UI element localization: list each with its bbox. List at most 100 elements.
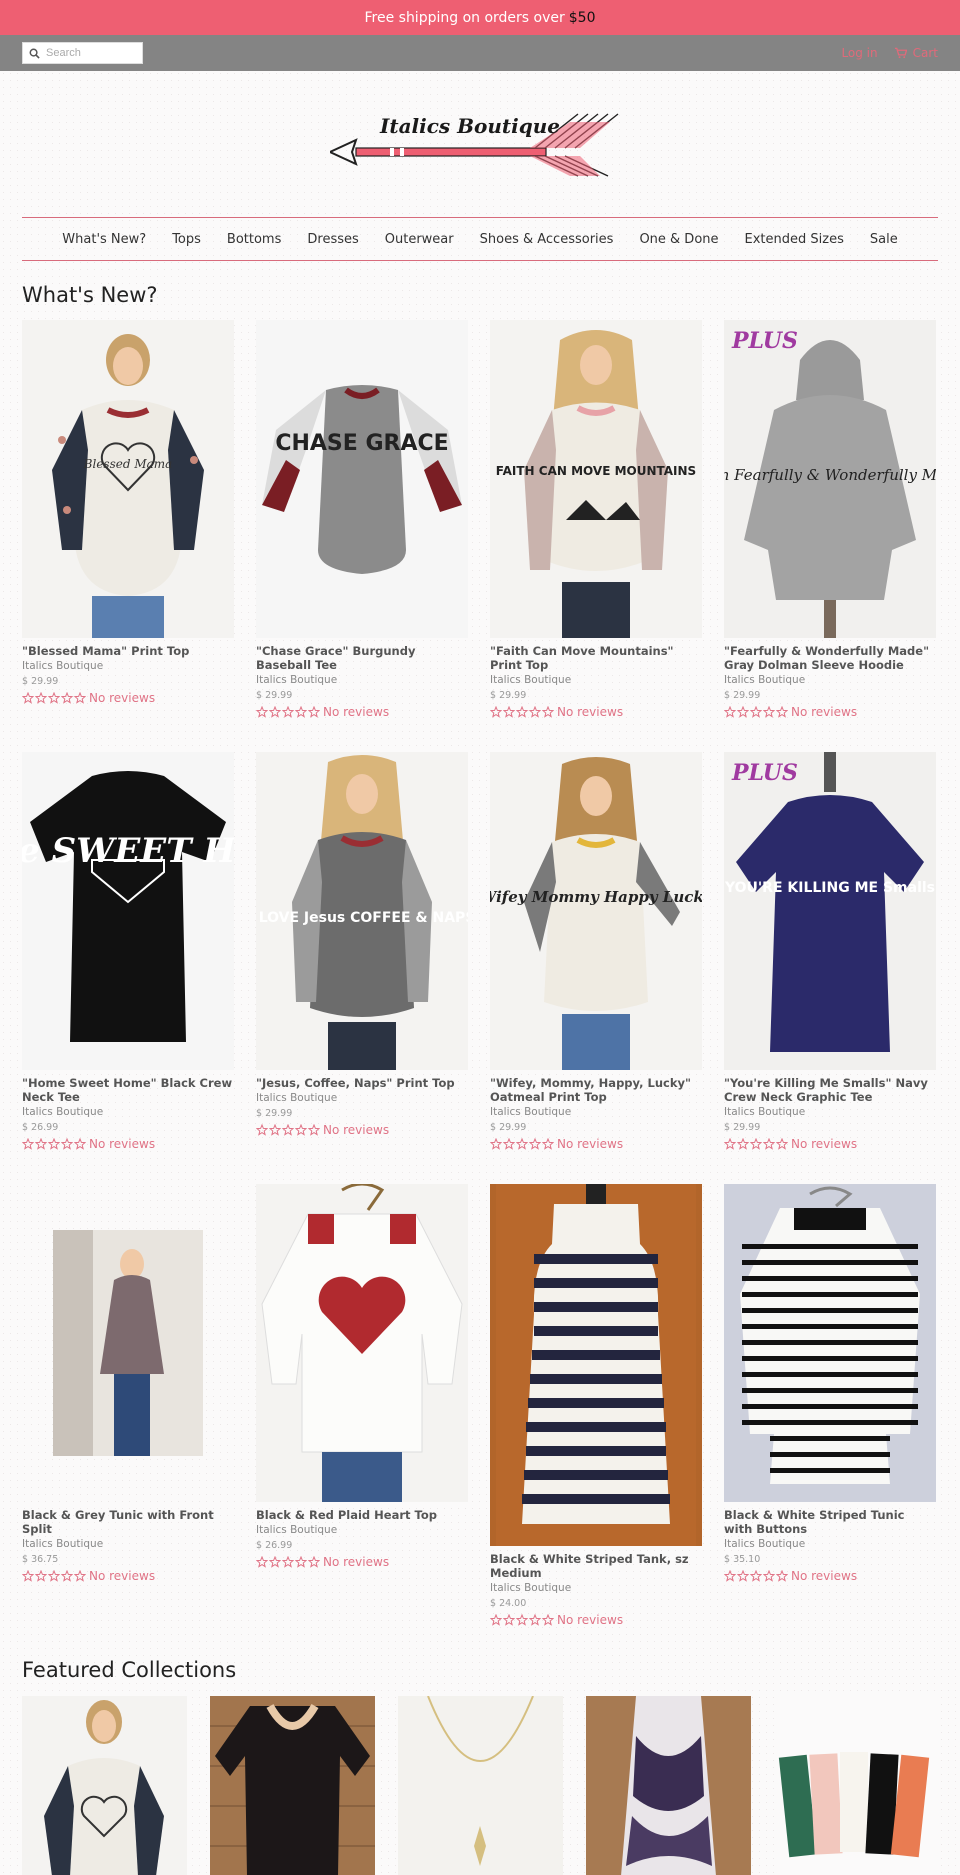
product-card[interactable]: I am Fearfully & Wonderfully Made PLUS "…: [724, 320, 936, 719]
product-price: $ 36.75: [22, 1554, 59, 1565]
reviews-label: No reviews: [323, 1555, 390, 1569]
product-reviews: No reviews: [256, 1123, 468, 1137]
product-image[interactable]: I LOVE Jesus COFFEE & NAPS: [256, 752, 468, 1070]
product-vendor: Italics Boutique: [256, 1524, 338, 1536]
product-card[interactable]: FAITH CAN MOVE MOUNTAINS "Faith Can Move…: [490, 320, 702, 719]
product-image[interactable]: I am Fearfully & Wonderfully Made PLUS: [724, 320, 936, 638]
product-vendor: Italics Boutique: [724, 674, 806, 686]
product-vendor: Italics Boutique: [256, 1092, 338, 1104]
featured-collection-tile[interactable]: [210, 1696, 375, 1875]
featured-collection-tile[interactable]: [774, 1696, 939, 1875]
product-title[interactable]: "Jesus, Coffee, Naps" Print Top: [256, 1076, 468, 1090]
product-title[interactable]: Black & Grey Tunic with Front Split: [22, 1508, 234, 1536]
plus-size-badge: PLUS: [732, 328, 798, 354]
product-image[interactable]: [724, 1184, 936, 1502]
product-title[interactable]: "Blessed Mama" Print Top: [22, 644, 234, 658]
product-vendor: Italics Boutique: [22, 1538, 104, 1550]
product-image[interactable]: CHASE GRACE: [256, 320, 468, 638]
product-card[interactable]: CHASE GRACE "Chase Grace" Burgundy Baseb…: [256, 320, 468, 719]
nav-item-extended-sizes[interactable]: Extended Sizes: [745, 232, 844, 247]
product-vendor: Italics Boutique: [22, 1106, 104, 1118]
product-vendor: Italics Boutique: [490, 1582, 572, 1594]
product-reviews: No reviews: [256, 705, 468, 719]
product-image[interactable]: [256, 1184, 468, 1502]
product-title[interactable]: Black & White Striped Tunic with Buttons: [724, 1508, 936, 1536]
nav-item-dresses[interactable]: Dresses: [307, 232, 358, 247]
product-image[interactable]: [490, 1184, 702, 1546]
product-title[interactable]: "Faith Can Move Mountains" Print Top: [490, 644, 702, 672]
product-card[interactable]: Black & Red Plaid Heart Top Italics Bout…: [256, 1184, 468, 1569]
product-card[interactable]: Home SWEET HOME "Home Sweet Home" Black …: [22, 752, 234, 1151]
nav-item-tops[interactable]: Tops: [172, 232, 201, 247]
search-input[interactable]: [46, 47, 136, 59]
rating-stars-icon: [490, 706, 554, 718]
rating-stars-icon: [22, 1570, 86, 1582]
rating-stars-icon: [724, 706, 788, 718]
product-card[interactable]: I LOVE Jesus COFFEE & NAPS "Jesus, Coffe…: [256, 752, 468, 1137]
search-icon: [29, 48, 40, 59]
product-reviews: No reviews: [490, 705, 702, 719]
cart-icon: [894, 47, 907, 59]
product-image[interactable]: Blessed Mama: [22, 320, 234, 638]
rating-stars-icon: [22, 692, 86, 704]
featured-collection-tile[interactable]: [22, 1696, 187, 1875]
product-image[interactable]: YOU'RE KILLING ME Smalls PLUS: [724, 752, 936, 1070]
product-title[interactable]: Black & White Striped Tank, sz Medium: [490, 1552, 702, 1580]
featured-collection-tile[interactable]: [586, 1696, 751, 1875]
rating-stars-icon: [724, 1138, 788, 1150]
nav-item-sale[interactable]: Sale: [870, 232, 898, 247]
product-reviews: No reviews: [490, 1613, 702, 1627]
product-price: $ 29.99: [256, 1108, 293, 1119]
product-title[interactable]: "You're Killing Me Smalls" Navy Crew Nec…: [724, 1076, 936, 1104]
product-vendor: Italics Boutique: [724, 1106, 806, 1118]
product-graphic-text: Wifey Mommy Happy Lucky: [490, 888, 702, 906]
plus-size-badge: PLUS: [732, 760, 798, 786]
rating-stars-icon: [256, 1556, 320, 1568]
product-graphic-text: CHASE GRACE: [275, 431, 448, 456]
login-link[interactable]: Log in: [841, 46, 877, 60]
rating-stars-icon: [490, 1138, 554, 1150]
product-price: $ 29.99: [22, 676, 59, 687]
product-price: $ 29.99: [256, 690, 293, 701]
product-title[interactable]: "Chase Grace" Burgundy Baseball Tee: [256, 644, 468, 672]
product-price: $ 24.00: [490, 1598, 527, 1609]
product-card[interactable]: Black & White Striped Tank, sz Medium It…: [490, 1184, 702, 1627]
nav-item-whats-new[interactable]: What's New?: [62, 232, 146, 247]
product-card[interactable]: YOU'RE KILLING ME Smalls PLUS "You're Ki…: [724, 752, 936, 1151]
rating-stars-icon: [256, 1124, 320, 1136]
product-image[interactable]: [22, 1184, 234, 1502]
nav-item-shoes-accessories[interactable]: Shoes & Accessories: [480, 232, 614, 247]
product-reviews: No reviews: [22, 1137, 234, 1151]
search-box[interactable]: [22, 42, 143, 64]
rating-stars-icon: [256, 706, 320, 718]
rating-stars-icon: [490, 1614, 554, 1626]
cart-label: Cart: [912, 46, 938, 60]
product-title[interactable]: "Fearfully & Wonderfully Made" Gray Dolm…: [724, 644, 936, 672]
product-image[interactable]: FAITH CAN MOVE MOUNTAINS: [490, 320, 702, 638]
product-image[interactable]: Wifey Mommy Happy Lucky: [490, 752, 702, 1070]
product-card[interactable]: Blessed Mama "Blessed Mama" Print Top It…: [22, 320, 234, 705]
nav-item-bottoms[interactable]: Bottoms: [227, 232, 281, 247]
announcement-amount: $50: [568, 9, 596, 26]
product-title[interactable]: Black & Red Plaid Heart Top: [256, 1508, 468, 1522]
product-vendor: Italics Boutique: [724, 1538, 806, 1550]
product-card[interactable]: Black & Grey Tunic with Front Split Ital…: [22, 1184, 234, 1583]
nav-item-one-done[interactable]: One & Done: [639, 232, 718, 247]
product-vendor: Italics Boutique: [256, 674, 338, 686]
product-image[interactable]: Home SWEET HOME: [22, 752, 234, 1070]
reviews-label: No reviews: [323, 1123, 390, 1137]
cart-link[interactable]: Cart: [894, 46, 938, 60]
product-title[interactable]: "Wifey, Mommy, Happy, Lucky" Oatmeal Pri…: [490, 1076, 702, 1104]
product-card[interactable]: Black & White Striped Tunic with Buttons…: [724, 1184, 936, 1583]
nav-item-outerwear[interactable]: Outerwear: [385, 232, 454, 247]
product-graphic-text: I am Fearfully & Wonderfully Made: [724, 466, 936, 484]
featured-collection-tile[interactable]: [398, 1696, 563, 1875]
logo[interactable]: [0, 71, 960, 217]
product-card[interactable]: Wifey Mommy Happy Lucky "Wifey, Mommy, H…: [490, 752, 702, 1151]
product-reviews: No reviews: [256, 1555, 468, 1569]
product-graphic-text: Home SWEET HOME: [22, 831, 234, 871]
reviews-label: No reviews: [89, 1137, 156, 1151]
product-reviews: No reviews: [724, 1137, 936, 1151]
reviews-label: No reviews: [557, 705, 624, 719]
product-title[interactable]: "Home Sweet Home" Black Crew Neck Tee: [22, 1076, 234, 1104]
